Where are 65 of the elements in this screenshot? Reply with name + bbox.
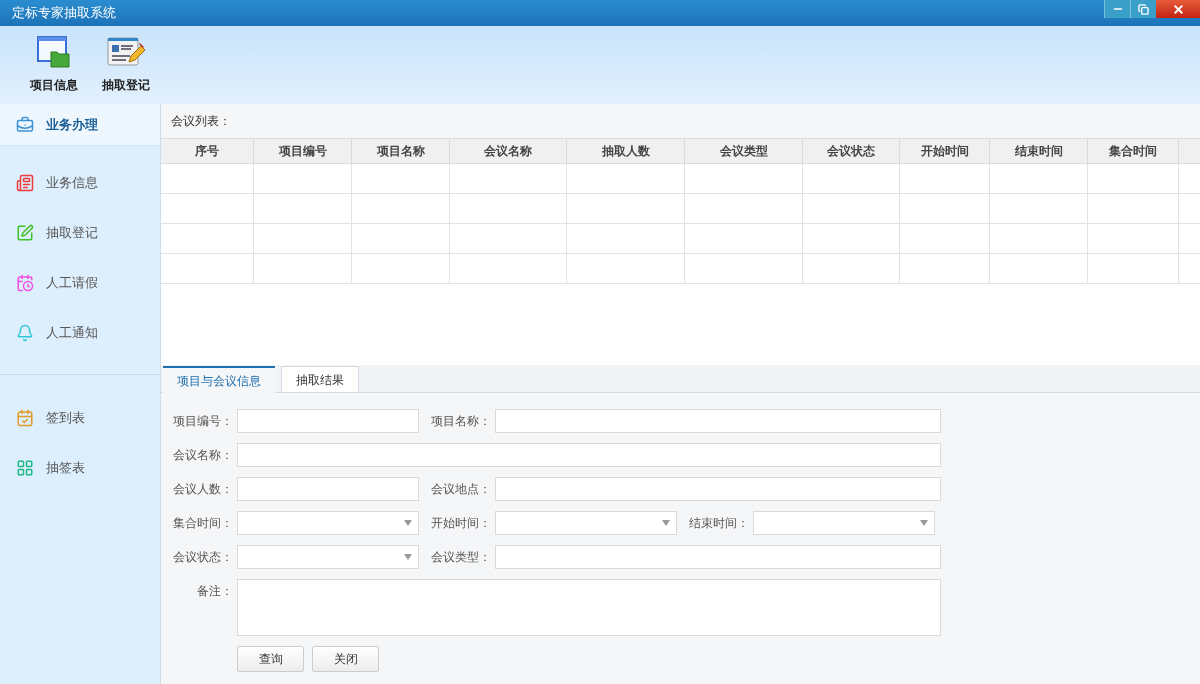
tab[interactable]: 项目与会议信息 bbox=[163, 366, 275, 393]
column-header: 开始时间 bbox=[900, 139, 990, 163]
sidebar-item[interactable]: 业务信息 bbox=[0, 158, 160, 208]
dropdown-arrow-icon bbox=[404, 520, 412, 526]
form-button[interactable]: 查询 bbox=[237, 646, 304, 672]
column-header: 会议类型 bbox=[685, 139, 803, 163]
column-header: 项目名称 bbox=[352, 139, 450, 163]
list-title: 会议列表： bbox=[171, 113, 231, 130]
field-label: 会议名称： bbox=[172, 447, 234, 464]
sidebar-item[interactable]: 业务办理 bbox=[0, 104, 160, 146]
text-field[interactable] bbox=[237, 477, 419, 501]
remarks-field[interactable] bbox=[237, 579, 941, 636]
text-field[interactable] bbox=[237, 409, 419, 433]
calendar-clock-icon bbox=[16, 274, 34, 292]
dropdown-field[interactable] bbox=[237, 545, 419, 569]
field-label: 会议状态： bbox=[172, 549, 234, 566]
column-header: 会议名称 bbox=[450, 139, 567, 163]
field-label: 集合时间： bbox=[172, 515, 234, 532]
field-label: 会议类型： bbox=[430, 549, 492, 566]
column-header: 项目编号 bbox=[254, 139, 352, 163]
field-label: 结束时间： bbox=[688, 515, 750, 532]
dropdown-field[interactable] bbox=[495, 511, 677, 535]
close-icon bbox=[1171, 2, 1185, 16]
column-header: 序号 bbox=[161, 139, 254, 163]
briefcase-icon bbox=[16, 115, 34, 134]
restore-button[interactable] bbox=[1130, 0, 1156, 18]
edit-icon bbox=[16, 224, 34, 242]
text-field[interactable] bbox=[495, 477, 941, 501]
dropdown-field[interactable] bbox=[753, 511, 935, 535]
restore-icon bbox=[1138, 3, 1149, 15]
sidebar-item[interactable]: 抽取登记 bbox=[0, 208, 160, 258]
dropdown-arrow-icon bbox=[662, 520, 670, 526]
sidebar-item[interactable]: 人工通知 bbox=[0, 308, 160, 358]
card-pencil-icon bbox=[107, 36, 145, 68]
grid-icon bbox=[16, 459, 34, 477]
document-icon bbox=[16, 174, 34, 192]
field-label: 项目编号： bbox=[172, 413, 234, 430]
field-label: 备注： bbox=[196, 583, 234, 600]
window-title: 定标专家抽取系统 bbox=[12, 4, 116, 23]
toolbar-button[interactable]: 抽取登记 bbox=[102, 36, 150, 94]
form-button[interactable]: 关闭 bbox=[312, 646, 379, 672]
column-header: 结束时间 bbox=[990, 139, 1088, 163]
sidebar-item[interactable]: 抽签表 bbox=[0, 443, 160, 493]
field-label: 会议地点： bbox=[430, 481, 492, 498]
text-field[interactable] bbox=[495, 545, 941, 569]
column-header: 集合时间 bbox=[1088, 139, 1179, 163]
text-field[interactable] bbox=[495, 409, 941, 433]
field-label: 项目名称： bbox=[430, 413, 492, 430]
column-header: 抽取人数 bbox=[567, 139, 685, 163]
dropdown-arrow-icon bbox=[920, 520, 928, 526]
dropdown-field[interactable] bbox=[237, 511, 419, 535]
sidebar-item[interactable]: 签到表 bbox=[0, 393, 160, 443]
minimize-button[interactable] bbox=[1104, 0, 1130, 18]
field-label: 开始时间： bbox=[430, 515, 492, 532]
bell-icon bbox=[16, 324, 34, 342]
sidebar-item[interactable]: 人工请假 bbox=[0, 258, 160, 308]
dropdown-arrow-icon bbox=[404, 554, 412, 560]
text-field[interactable] bbox=[237, 443, 941, 467]
calendar-check-icon bbox=[16, 409, 34, 427]
window-folder-icon bbox=[37, 36, 71, 68]
column-header: 会议状态 bbox=[803, 139, 900, 163]
field-label: 会议人数： bbox=[172, 481, 234, 498]
tab[interactable]: 抽取结果 bbox=[281, 366, 359, 393]
close-button[interactable] bbox=[1156, 0, 1200, 18]
toolbar-button[interactable]: 项目信息 bbox=[30, 36, 78, 94]
